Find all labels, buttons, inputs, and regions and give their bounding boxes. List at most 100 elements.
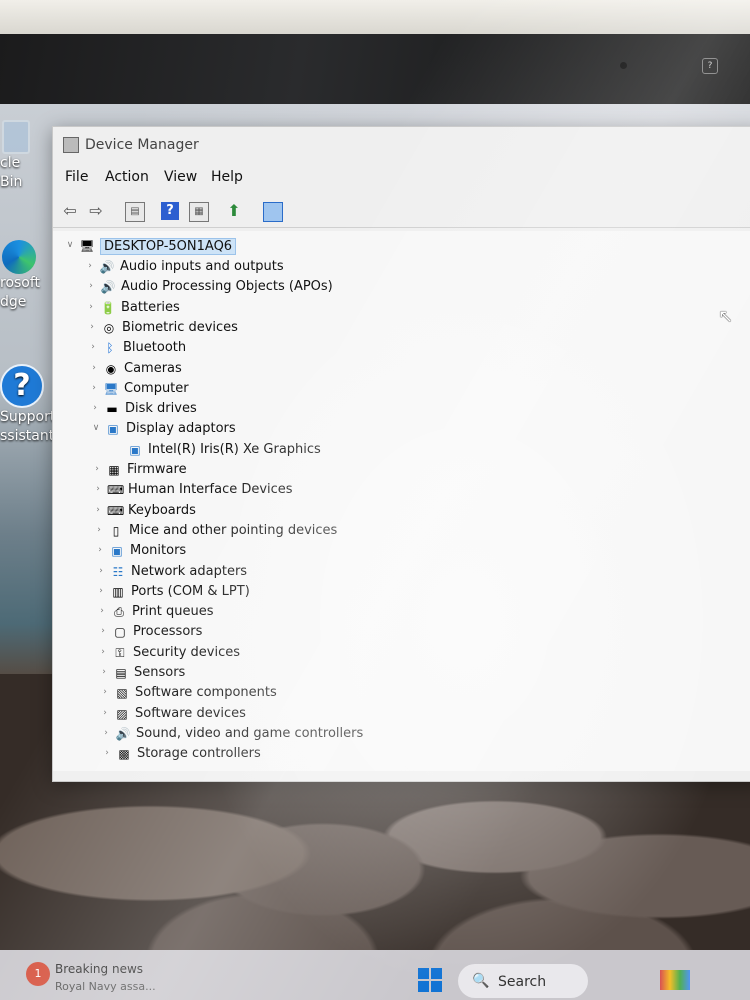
view-icon[interactable]: ▦ [189, 202, 209, 222]
tree-item-label: Sound, video and game controllers [136, 725, 364, 741]
properties-icon[interactable]: ▤ [125, 202, 145, 222]
back-arrow-icon[interactable]: ⇦ [61, 202, 79, 220]
search-label: Search [498, 974, 547, 990]
tree-item-label: Ports (COM & LPT) [131, 583, 250, 599]
tree-item-label: Human Interface Devices [128, 482, 293, 498]
chevron-right-icon[interactable]: › [95, 545, 105, 555]
tree-item-label: Firmware [127, 462, 187, 477]
chevron-right-icon[interactable]: › [94, 525, 104, 535]
chevron-right-icon[interactable]: › [85, 261, 95, 271]
forward-arrow-icon[interactable]: ⇨ [87, 202, 105, 220]
chevron-down-icon[interactable]: ∨ [65, 240, 75, 250]
news-widget-icon[interactable]: 1 [26, 962, 50, 986]
chevron-right-icon[interactable]: › [87, 322, 97, 332]
computer-icon: 🖥 [103, 381, 119, 396]
tree-item-label: Intel(R) Iris(R) Xe Graphics [148, 441, 321, 457]
help-icon[interactable]: ? [161, 202, 179, 220]
tree-item-label: Storage controllers [137, 746, 261, 762]
desktop-icon-edge[interactable]: rosoft dge [0, 240, 50, 312]
screen-top-edge: ? [0, 34, 750, 104]
battery-icon: 🔋 [100, 300, 116, 315]
monitor-icon[interactable] [263, 202, 283, 222]
toolbar: ⇦ ⇨ ▤ ? ▦ ⬆ [53, 193, 750, 228]
processor-icon: ▢ [114, 625, 126, 640]
monitor-bezel [0, 0, 750, 34]
tree-item-label: Bluetooth [123, 340, 187, 356]
chevron-right-icon[interactable]: › [90, 403, 100, 413]
monitor-icon: ▣ [111, 544, 123, 559]
menu-action[interactable]: Action [105, 169, 149, 185]
chevron-right-icon[interactable]: › [102, 748, 112, 758]
device-tree: ∨ 🖥 DESKTOP-5ON1AQ6 › 🔊 Audio inputs and o… [53, 231, 750, 771]
window-title: Device Manager [85, 137, 199, 153]
port-icon: ▥ [112, 584, 124, 599]
mouse-icon: ▯ [112, 523, 120, 538]
speaker-icon: 🔊 [99, 260, 115, 274]
support-label-line2: ssistant [0, 428, 55, 444]
fingerprint-icon: ◎ [103, 320, 115, 335]
chevron-right-icon[interactable]: › [93, 505, 103, 515]
update-driver-icon[interactable]: ⬆ [225, 202, 243, 220]
chevron-right-icon[interactable]: › [100, 687, 110, 697]
hid-icon: ⌨ [107, 483, 125, 498]
chevron-right-icon[interactable]: › [101, 728, 111, 738]
camera-icon: ◉ [105, 361, 117, 376]
tree-item-label: Audio Processing Objects (APOs) [121, 279, 333, 295]
chevron-right-icon[interactable]: › [92, 464, 102, 474]
search-icon: 🔍 [472, 973, 490, 989]
chevron-right-icon[interactable]: › [86, 281, 96, 291]
software-component-icon: ▧ [116, 686, 128, 701]
sensor-icon: ▤ [115, 666, 127, 680]
menu-view[interactable]: View [164, 169, 197, 185]
device-manager-window: Device Manager File Action View Help ⇦ ⇨… [52, 126, 750, 782]
desktop-icon-recycle-bin[interactable]: cle Bin [0, 120, 42, 192]
edge-browser-icon [2, 240, 36, 274]
menu-help[interactable]: Help [211, 169, 243, 185]
tree-item-label: Biometric devices [122, 319, 238, 335]
tree-item-label: Cameras [124, 360, 182, 376]
news-title[interactable]: Breaking news [55, 962, 143, 976]
windows-start-icon[interactable] [418, 968, 442, 992]
tree-item-label: Display adaptors [126, 421, 236, 437]
computer-icon: 🖥 [79, 239, 95, 253]
chevron-right-icon[interactable]: › [86, 302, 96, 312]
chevron-right-icon[interactable]: › [89, 363, 99, 373]
notification-icon[interactable]: ? [702, 58, 718, 74]
chevron-right-icon[interactable]: › [96, 586, 106, 596]
chevron-right-icon[interactable]: › [99, 667, 109, 677]
chevron-right-icon[interactable]: › [88, 342, 98, 352]
storage-icon: ▩ [118, 747, 130, 762]
menu-file[interactable]: File [65, 169, 88, 185]
chevron-down-icon[interactable]: ∨ [91, 423, 101, 433]
tree-item-label: Monitors [130, 543, 187, 559]
tree-item-label: Print queues [132, 604, 214, 620]
recycle-bin-icon [2, 120, 30, 154]
support-label-line1: Support [0, 409, 56, 425]
desktop-icon-support-assistant[interactable]: ? Support ssistant [0, 364, 58, 446]
chevron-right-icon[interactable]: › [93, 484, 103, 494]
tree-item-label: Keyboards [128, 502, 196, 518]
speaker-icon: 🔊 [115, 726, 131, 741]
tree-item-label: Processors [133, 624, 203, 640]
chevron-right-icon[interactable]: › [96, 566, 106, 576]
title-bar[interactable]: Device Manager [53, 127, 750, 163]
chevron-right-icon[interactable]: › [97, 606, 107, 616]
news-subtitle[interactable]: Royal Navy assa... [55, 980, 156, 993]
tree-item-label: Computer [124, 380, 189, 396]
tray-app-icon[interactable] [660, 970, 690, 990]
display-icon: ▣ [107, 422, 119, 437]
tree-item-label: Software components [135, 685, 277, 701]
keyboard-icon: ⌨ [107, 503, 125, 518]
software-device-icon: ▨ [116, 706, 128, 721]
disk-icon: ▬ [106, 402, 118, 417]
chevron-right-icon[interactable]: › [89, 383, 99, 393]
edge-label-line2: dge [0, 294, 27, 310]
tree-item-label: Network adapters [131, 563, 248, 579]
chevron-right-icon[interactable]: › [100, 708, 110, 718]
tree-item-label: Disk drives [125, 401, 197, 417]
taskbar-search[interactable]: 🔍 Search [458, 964, 588, 998]
network-icon: ☷ [112, 564, 124, 579]
chevron-right-icon[interactable]: › [98, 626, 108, 636]
chevron-right-icon[interactable]: › [98, 647, 108, 657]
webcam-dot [620, 62, 627, 69]
